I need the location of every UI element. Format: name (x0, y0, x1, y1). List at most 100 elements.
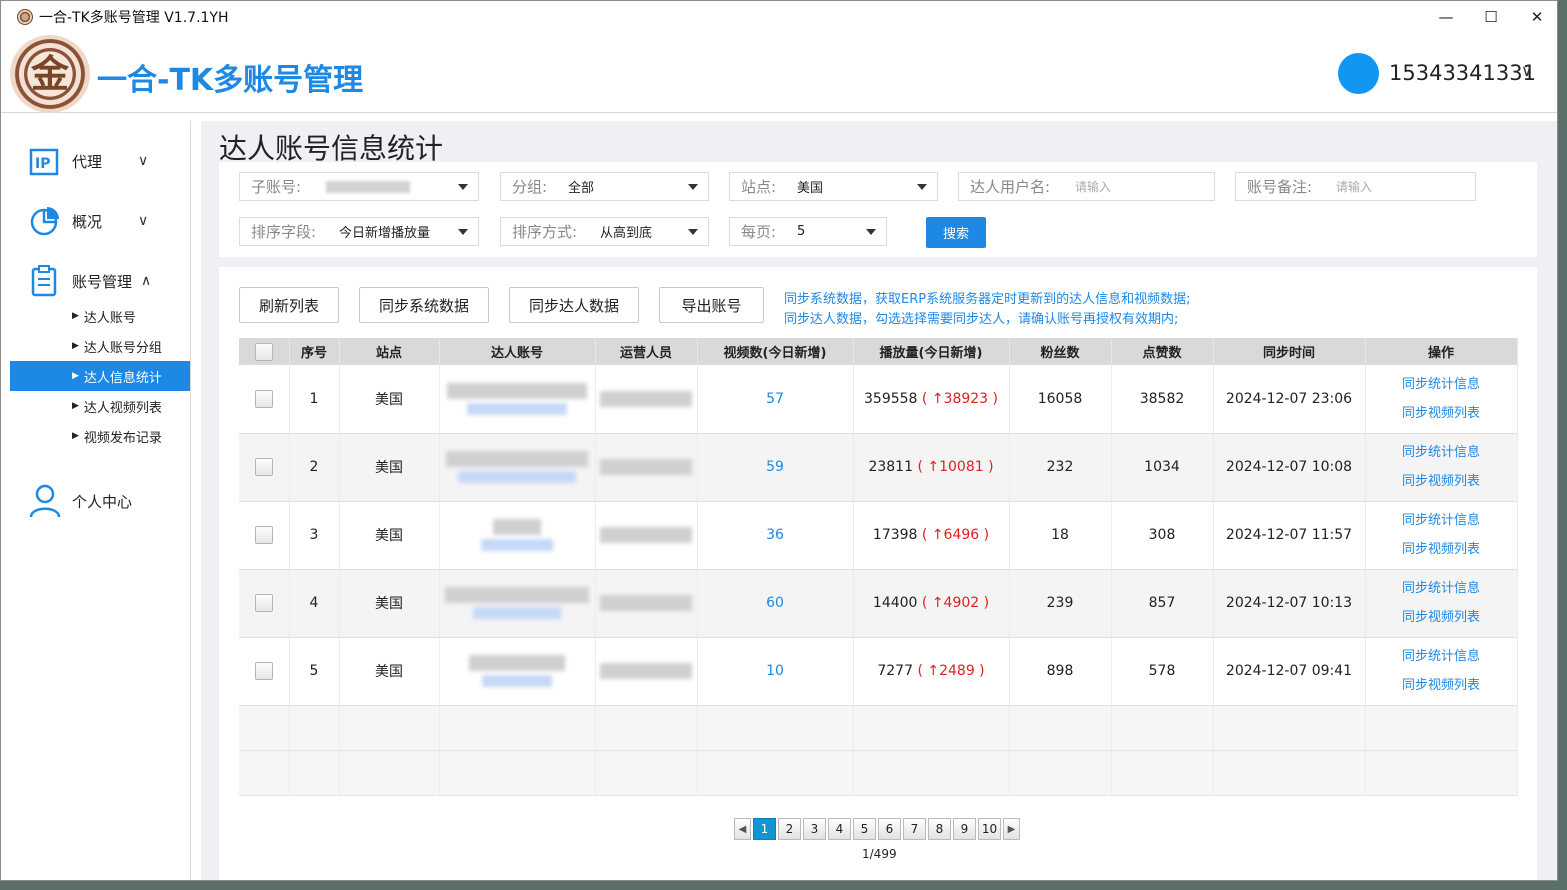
chevron-down-icon: ∨ (138, 213, 149, 229)
sync-videos-link[interactable]: 同步视频列表 (1366, 467, 1517, 496)
sync-stats-link[interactable]: 同步统计信息 (1366, 506, 1517, 535)
sidebar-item-label: 概况 (72, 212, 103, 231)
sync-videos-link[interactable]: 同步视频列表 (1366, 671, 1517, 700)
table-header-row: 序号 站点 达人账号 运营人员 视频数(今日新增) 播放量(今日新增) 粉丝数 … (239, 338, 1518, 365)
sidebar: IP 代理 ∨ 概况 ∨ 账号管理 ∧ ▶ 达人账号 ▶ 达人账号分组 ▶ 达人信息统… (1, 121, 191, 880)
page-title: 达人账号信息统计 (219, 132, 444, 165)
sync-stats-link[interactable]: 同步统计信息 (1366, 642, 1517, 671)
caret-down-icon (458, 229, 468, 235)
page-button[interactable]: 4 (828, 818, 851, 840)
page-button[interactable]: 8 (928, 818, 951, 840)
select-all-checkbox[interactable] (254, 342, 273, 361)
sync-stats-link[interactable]: 同步统计信息 (1366, 574, 1517, 603)
sync-creator-data-button[interactable]: 同步达人数据 (509, 287, 639, 323)
page-button[interactable]: 1 (753, 818, 776, 840)
sync-time: 2024-12-07 10:08 (1213, 433, 1366, 502)
chevron-down-icon[interactable]: ∨ (1521, 61, 1533, 80)
refresh-list-button[interactable]: 刷新列表 (239, 287, 339, 323)
sort-field-select[interactable]: 排序字段: 今日新增播放量 (239, 217, 479, 246)
sidebar-item-account-management[interactable]: 账号管理 ∧ (1, 261, 191, 301)
prev-page-icon[interactable]: ◀ (734, 818, 751, 840)
brand-title: 一合-TK多账号管理 (97, 63, 364, 98)
video-count[interactable]: 10 (697, 637, 854, 706)
sync-system-data-button[interactable]: 同步系统数据 (359, 287, 489, 323)
sidebar-subitem-account-groups[interactable]: ▶ 达人账号分组 (10, 331, 190, 361)
per-page-select[interactable]: 每页: 5 (729, 217, 887, 246)
avatar[interactable] (1338, 53, 1379, 94)
account-note-input[interactable]: 账号备注: 请输入 (1235, 172, 1476, 201)
sync-stats-link[interactable]: 同步统计信息 (1366, 438, 1517, 467)
operator-redacted (595, 637, 698, 706)
user-phone[interactable]: 15343341331 (1389, 61, 1536, 85)
sync-time: 2024-12-07 09:41 (1213, 637, 1366, 706)
caret-down-icon (688, 229, 698, 235)
sub-account-select[interactable]: 子账号: (239, 172, 479, 201)
sidebar-item-overview[interactable]: 概况 ∨ (1, 201, 191, 241)
group-select[interactable]: 分组: 全部 (500, 172, 709, 201)
sync-videos-link[interactable]: 同步视频列表 (1366, 399, 1517, 428)
row-checkbox[interactable] (254, 458, 273, 476)
video-count[interactable]: 57 (697, 365, 854, 434)
row-checkbox[interactable] (254, 389, 273, 408)
page-button[interactable]: 10 (978, 818, 1001, 840)
page-button[interactable]: 6 (878, 818, 901, 840)
sidebar-subitem-creator-stats[interactable]: ▶ 达人信息统计 (10, 361, 190, 391)
sync-time: 2024-12-07 11:57 (1213, 501, 1366, 570)
user-icon (29, 484, 61, 518)
sidebar-subitem-creator-videos[interactable]: ▶ 达人视频列表 (10, 391, 190, 421)
creator-account-redacted (439, 569, 596, 638)
fans-count: 18 (1009, 501, 1112, 570)
column-header: 达人账号 (439, 338, 596, 365)
page-button[interactable]: 9 (953, 818, 976, 840)
app-header: 金 一合-TK多账号管理 15343341331 ∨ (1, 33, 1557, 113)
search-button[interactable]: 搜索 (926, 217, 986, 248)
export-accounts-button[interactable]: 导出账号 (659, 287, 764, 323)
column-header: 运营人员 (595, 338, 698, 365)
table-row: 1 美国 57 359558 ( ↑38923 ) 16058 38582 20… (239, 365, 1518, 434)
empty-row (239, 705, 1518, 751)
sidebar-item-label: 个人中心 (72, 492, 133, 511)
page-button[interactable]: 2 (778, 818, 801, 840)
page-button[interactable]: 3 (803, 818, 826, 840)
caret-down-icon (866, 229, 876, 235)
next-page-icon[interactable]: ▶ (1003, 818, 1020, 840)
tip-sync-creator: 同步达人数据，勾选选择需要同步达人，请确认账号再授权有效期内; (784, 312, 1179, 327)
close-button[interactable]: ✕ (1514, 1, 1557, 33)
play-increase: ( ↑2489 ) (917, 663, 985, 679)
page-info: 1/499 (862, 847, 897, 861)
sync-stats-link[interactable]: 同步统计信息 (1366, 370, 1517, 399)
creator-name-input[interactable]: 达人用户名: 请输入 (958, 172, 1215, 201)
pagination: ◀ 1 2 3 4 5 6 7 8 9 10 ▶ (734, 818, 1020, 840)
sidebar-item-proxy[interactable]: IP 代理 ∨ (1, 141, 191, 181)
row-checkbox[interactable] (254, 594, 273, 612)
sidebar-subitem-publish-records[interactable]: ▶ 视频发布记录 (10, 421, 190, 451)
clipboard-icon (29, 265, 59, 297)
filter-panel: 子账号: 分组: 全部 站点: 美国 达人用户名: 请输入 账号备注: 请输入 (219, 162, 1537, 257)
creator-stats-table: 序号 站点 达人账号 运营人员 视频数(今日新增) 播放量(今日新增) 粉丝数 … (239, 338, 1518, 796)
chevron-up-icon: ∧ (141, 273, 152, 289)
row-checkbox[interactable] (254, 662, 273, 680)
row-checkbox[interactable] (254, 526, 273, 544)
video-count[interactable]: 36 (697, 501, 854, 570)
play-increase: ( ↑4902 ) (921, 595, 990, 611)
sidebar-subitem-creator-accounts[interactable]: ▶ 达人账号 (10, 301, 190, 331)
sort-order-select[interactable]: 排序方式: 从高到底 (500, 217, 709, 246)
page-button[interactable]: 5 (853, 818, 876, 840)
sidebar-item-personal-center[interactable]: 个人中心 (1, 481, 191, 521)
video-count[interactable]: 60 (697, 569, 854, 638)
window-title: 一合-TK多账号管理 V1.7.1YH (39, 10, 229, 26)
operator-redacted (595, 501, 698, 570)
row-site: 美国 (339, 365, 440, 434)
page-button[interactable]: 7 (903, 818, 926, 840)
ip-icon: IP (29, 148, 59, 178)
sync-videos-link[interactable]: 同步视频列表 (1366, 535, 1517, 564)
sync-videos-link[interactable]: 同步视频列表 (1366, 603, 1517, 632)
site-select[interactable]: 站点: 美国 (729, 172, 938, 201)
video-count[interactable]: 59 (697, 433, 854, 502)
column-header: 序号 (289, 338, 340, 365)
maximize-button[interactable]: ☐ (1468, 1, 1514, 33)
minimize-button[interactable]: — (1423, 1, 1469, 33)
select-all-checkbox-cell[interactable] (239, 338, 290, 365)
column-header: 视频数(今日新增) (697, 338, 854, 365)
column-header: 播放量(今日新增) (853, 338, 1010, 365)
